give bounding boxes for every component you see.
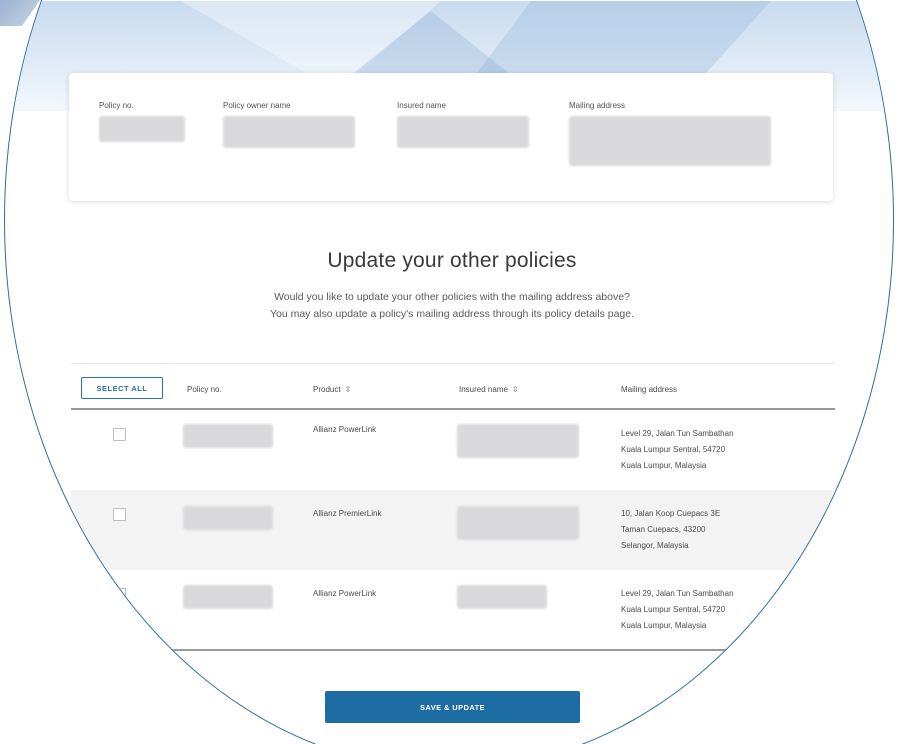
- summary-insured-name: Insured name: [397, 101, 529, 148]
- column-header-insured-name[interactable]: Insured name ⇳: [459, 385, 519, 394]
- table-top-divider: [71, 363, 835, 364]
- redacted-value: [99, 116, 185, 142]
- redacted-insured-name: [457, 424, 579, 458]
- lens-content: Policy no. Policy owner name Insured nam…: [5, 1, 893, 744]
- row-address: Level 29, Jalan Tun Sambathan Kuala Lump…: [621, 586, 734, 634]
- row-address-line1: Level 29, Jalan Tun Sambathan: [621, 429, 734, 438]
- summary-owner-name-label: Policy owner name: [223, 101, 291, 110]
- redacted-value: [569, 116, 771, 166]
- magnifier-lens: Policy no. Policy owner name Insured nam…: [4, 0, 894, 744]
- redacted-policy-no: [183, 424, 273, 448]
- column-header-product-label: Product: [313, 385, 341, 394]
- summary-insured-name-label: Insured name: [397, 101, 446, 110]
- summary-policy-no-label: Policy no.: [99, 101, 134, 110]
- row-address-line1: Level 29, Jalan Tun Sambathan: [621, 589, 734, 598]
- row-product: Allianz PowerLink: [313, 425, 377, 434]
- table-bottom-divider: [71, 649, 835, 651]
- section-subtitle-line1: Would you like to update your other poli…: [274, 291, 630, 303]
- redacted-policy-no: [183, 506, 273, 530]
- row-checkbox[interactable]: [113, 588, 126, 601]
- row-address-line1: 10, Jalan Koop Cuepacs 3E: [621, 509, 721, 518]
- summary-mailing-address: Mailing address: [569, 101, 771, 166]
- redacted-value: [397, 116, 529, 148]
- column-header-product[interactable]: Product ⇳: [313, 385, 351, 394]
- summary-owner-name: Policy owner name: [223, 101, 355, 148]
- section-subtitle-line2: You may also update a policy's mailing a…: [269, 308, 635, 320]
- row-checkbox[interactable]: [113, 508, 126, 521]
- summary-policy-no: Policy no.: [99, 101, 185, 142]
- redacted-insured-name: [457, 506, 579, 540]
- row-address-line3: Selangor, Malaysia: [621, 541, 689, 550]
- row-address-line3: Kuala Lumpur, Malaysia: [621, 621, 707, 630]
- row-address: Level 29, Jalan Tun Sambathan Kuala Lump…: [621, 426, 734, 474]
- column-header-mailing-address: Mailing address: [621, 385, 678, 394]
- table-row: Allianz PowerLink Level 29, Jalan Tun Sa…: [71, 410, 835, 490]
- table-row: Allianz PowerLink Level 29, Jalan Tun Sa…: [71, 570, 835, 650]
- row-checkbox[interactable]: [113, 428, 126, 441]
- redacted-value: [223, 116, 355, 148]
- column-header-policy-no: Policy no.: [187, 385, 222, 394]
- screen: Policy no. Policy owner name Insured nam…: [0, 0, 902, 744]
- table-row: Allianz PremierLink 10, Jalan Koop Cuepa…: [71, 490, 835, 570]
- sort-arrows-icon[interactable]: ⇳: [345, 385, 352, 394]
- redacted-insured-name: [457, 585, 547, 609]
- row-address: 10, Jalan Koop Cuepacs 3E Taman Cuepacs,…: [621, 506, 720, 554]
- column-header-insured-name-label: Insured name: [459, 385, 508, 394]
- row-address-line2: Kuala Lumpur Sentral, 54720: [621, 605, 726, 614]
- policy-summary-card: Policy no. Policy owner name Insured nam…: [69, 73, 833, 201]
- redacted-policy-no: [183, 585, 273, 609]
- section-title: Update your other policies: [327, 249, 577, 272]
- row-address-line3: Kuala Lumpur, Malaysia: [621, 461, 707, 470]
- row-address-line2: Kuala Lumpur Sentral, 54720: [621, 445, 726, 454]
- summary-mailing-address-label: Mailing address: [569, 101, 626, 110]
- row-address-line2: Taman Cuepacs, 43200: [621, 525, 706, 534]
- row-product: Allianz PowerLink: [313, 589, 377, 598]
- select-all-button[interactable]: SELECT ALL: [81, 377, 163, 399]
- save-update-button[interactable]: SAVE & UPDATE: [325, 691, 580, 723]
- sort-arrows-icon[interactable]: ⇳: [512, 385, 519, 394]
- row-product: Allianz PremierLink: [313, 509, 382, 518]
